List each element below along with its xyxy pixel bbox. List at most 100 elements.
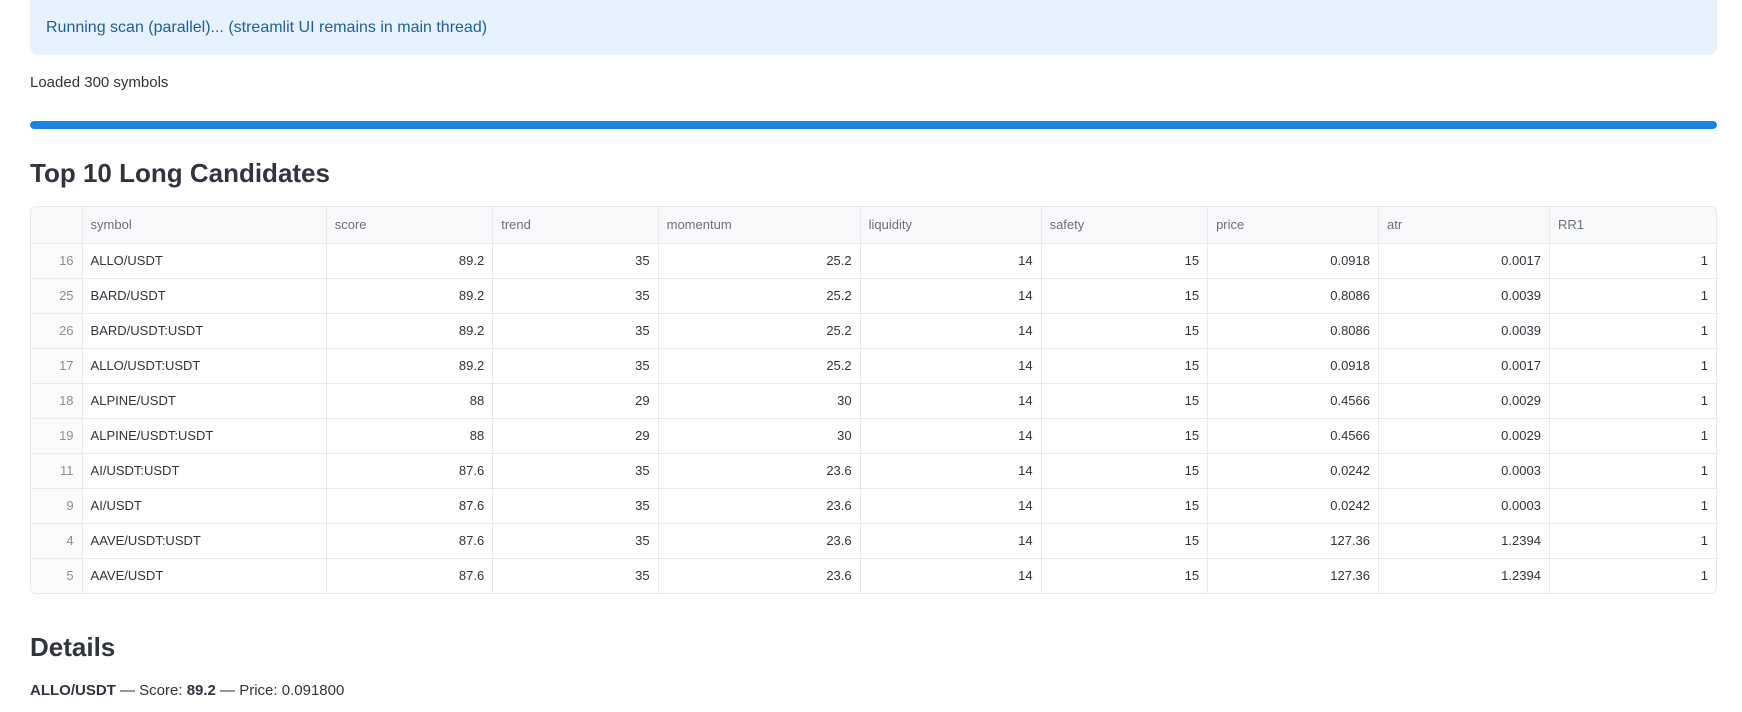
cell-rr1[interactable]: 1	[1549, 558, 1716, 593]
cell-symbol[interactable]: AI/USDT:USDT	[82, 453, 327, 489]
column-header-safety[interactable]: safety	[1041, 207, 1209, 244]
table-row[interactable]: 25 BARD/USDT 89.2 35 25.2 14 15 0.8086 0.0039 1	[31, 278, 1716, 314]
cell-atr[interactable]: 0.0017	[1378, 348, 1550, 384]
table-row[interactable]: 16 ALLO/USDT 89.2 35 25.2 14 15 0.0918 0.0017 1	[31, 243, 1716, 279]
cell-trend[interactable]: 35	[492, 523, 659, 559]
cell-liquidity[interactable]: 14	[860, 558, 1042, 593]
cell-momentum[interactable]: 25.2	[658, 243, 861, 279]
cell-symbol[interactable]: BARD/USDT:USDT	[82, 313, 327, 349]
column-header-symbol[interactable]: symbol	[82, 207, 327, 244]
cell-rr1[interactable]: 1	[1549, 523, 1716, 559]
cell-safety[interactable]: 15	[1041, 383, 1209, 419]
cell-price[interactable]: 0.0918	[1207, 243, 1379, 279]
cell-symbol[interactable]: ALPINE/USDT:USDT	[82, 418, 327, 454]
cell-momentum[interactable]: 23.6	[658, 488, 861, 524]
cell-symbol[interactable]: ALLO/USDT:USDT	[82, 348, 327, 384]
candidates-table[interactable]: symbol score trend momentum liquidity safety p…	[30, 206, 1717, 594]
cell-symbol[interactable]: AAVE/USDT	[82, 558, 327, 593]
cell-index[interactable]: 26	[31, 313, 83, 349]
cell-liquidity[interactable]: 14	[860, 348, 1042, 384]
cell-trend[interactable]: 35	[492, 313, 659, 349]
table-row[interactable]: 26 BARD/USDT:USDT 89.2 35 25.2 14 15 0.8086 0.00…	[31, 313, 1716, 349]
cell-safety[interactable]: 15	[1041, 313, 1209, 349]
cell-index[interactable]: 4	[31, 523, 83, 559]
cell-rr1[interactable]: 1	[1549, 418, 1716, 454]
cell-trend[interactable]: 35	[492, 243, 659, 279]
cell-price[interactable]: 0.4566	[1207, 383, 1379, 419]
cell-momentum[interactable]: 25.2	[658, 348, 861, 384]
cell-rr1[interactable]: 1	[1549, 243, 1716, 279]
table-row[interactable]: 19 ALPINE/USDT:USDT 88 29 30 14 15 0.4566 0.0029…	[31, 418, 1716, 454]
table-row[interactable]: 4 AAVE/USDT:USDT 87.6 35 23.6 14 15 127.36 1.239…	[31, 523, 1716, 559]
cell-rr1[interactable]: 1	[1549, 453, 1716, 489]
column-header-price[interactable]: price	[1207, 207, 1379, 244]
cell-liquidity[interactable]: 14	[860, 243, 1042, 279]
cell-price[interactable]: 0.8086	[1207, 313, 1379, 349]
column-header-trend[interactable]: trend	[492, 207, 659, 244]
column-header-rr1[interactable]: RR1	[1549, 207, 1716, 244]
cell-atr[interactable]: 0.0029	[1378, 383, 1550, 419]
cell-rr1[interactable]: 1	[1549, 488, 1716, 524]
cell-safety[interactable]: 15	[1041, 523, 1209, 559]
cell-liquidity[interactable]: 14	[860, 523, 1042, 559]
cell-momentum[interactable]: 30	[658, 418, 861, 454]
cell-momentum[interactable]: 30	[658, 383, 861, 419]
cell-score[interactable]: 89.2	[326, 313, 494, 349]
cell-index[interactable]: 25	[31, 278, 83, 314]
cell-score[interactable]: 89.2	[326, 243, 494, 279]
cell-atr[interactable]: 0.0017	[1378, 243, 1550, 279]
table-row[interactable]: 11 AI/USDT:USDT 87.6 35 23.6 14 15 0.0242 0.0003…	[31, 453, 1716, 489]
cell-symbol[interactable]: AAVE/USDT:USDT	[82, 523, 327, 559]
cell-rr1[interactable]: 1	[1549, 313, 1716, 349]
cell-trend[interactable]: 35	[492, 558, 659, 593]
cell-liquidity[interactable]: 14	[860, 313, 1042, 349]
cell-score[interactable]: 89.2	[326, 278, 494, 314]
cell-atr[interactable]: 1.2394	[1378, 523, 1550, 559]
cell-atr[interactable]: 0.0029	[1378, 418, 1550, 454]
cell-safety[interactable]: 15	[1041, 418, 1209, 454]
cell-atr[interactable]: 0.0003	[1378, 453, 1550, 489]
cell-index[interactable]: 19	[31, 418, 83, 454]
cell-trend[interactable]: 35	[492, 278, 659, 314]
cell-safety[interactable]: 15	[1041, 348, 1209, 384]
cell-liquidity[interactable]: 14	[860, 418, 1042, 454]
cell-symbol[interactable]: ALPINE/USDT	[82, 383, 327, 419]
cell-symbol[interactable]: BARD/USDT	[82, 278, 327, 314]
cell-price[interactable]: 127.36	[1207, 558, 1379, 593]
cell-price[interactable]: 0.0918	[1207, 348, 1379, 384]
table-row[interactable]: 9 AI/USDT 87.6 35 23.6 14 15 0.0242 0.0003 1	[31, 488, 1716, 524]
column-header-index[interactable]	[31, 207, 83, 244]
cell-index[interactable]: 17	[31, 348, 83, 384]
cell-trend[interactable]: 35	[492, 488, 659, 524]
column-header-liquidity[interactable]: liquidity	[860, 207, 1042, 244]
cell-symbol[interactable]: AI/USDT	[82, 488, 327, 524]
table-row[interactable]: 18 ALPINE/USDT 88 29 30 14 15 0.4566 0.0029 1	[31, 383, 1716, 419]
cell-atr[interactable]: 0.0039	[1378, 313, 1550, 349]
cell-trend[interactable]: 35	[492, 453, 659, 489]
cell-momentum[interactable]: 23.6	[658, 523, 861, 559]
cell-index[interactable]: 5	[31, 558, 83, 593]
cell-liquidity[interactable]: 14	[860, 488, 1042, 524]
cell-atr[interactable]: 0.0039	[1378, 278, 1550, 314]
cell-price[interactable]: 0.4566	[1207, 418, 1379, 454]
cell-price[interactable]: 0.8086	[1207, 278, 1379, 314]
cell-safety[interactable]: 15	[1041, 243, 1209, 279]
cell-symbol[interactable]: ALLO/USDT	[82, 243, 327, 279]
table-row[interactable]: 5 AAVE/USDT 87.6 35 23.6 14 15 127.36 1.2394 1	[31, 558, 1716, 593]
cell-score[interactable]: 88	[326, 418, 494, 454]
cell-atr[interactable]: 1.2394	[1378, 558, 1550, 593]
cell-score[interactable]: 87.6	[326, 558, 494, 593]
cell-momentum[interactable]: 23.6	[658, 558, 861, 593]
cell-momentum[interactable]: 25.2	[658, 313, 861, 349]
cell-rr1[interactable]: 1	[1549, 383, 1716, 419]
cell-safety[interactable]: 15	[1041, 558, 1209, 593]
cell-trend[interactable]: 35	[492, 348, 659, 384]
cell-rr1[interactable]: 1	[1549, 278, 1716, 314]
cell-score[interactable]: 87.6	[326, 488, 494, 524]
cell-atr[interactable]: 0.0003	[1378, 488, 1550, 524]
cell-score[interactable]: 88	[326, 383, 494, 419]
cell-index[interactable]: 11	[31, 453, 83, 489]
cell-price[interactable]: 0.0242	[1207, 488, 1379, 524]
cell-index[interactable]: 16	[31, 243, 83, 279]
cell-index[interactable]: 9	[31, 488, 83, 524]
